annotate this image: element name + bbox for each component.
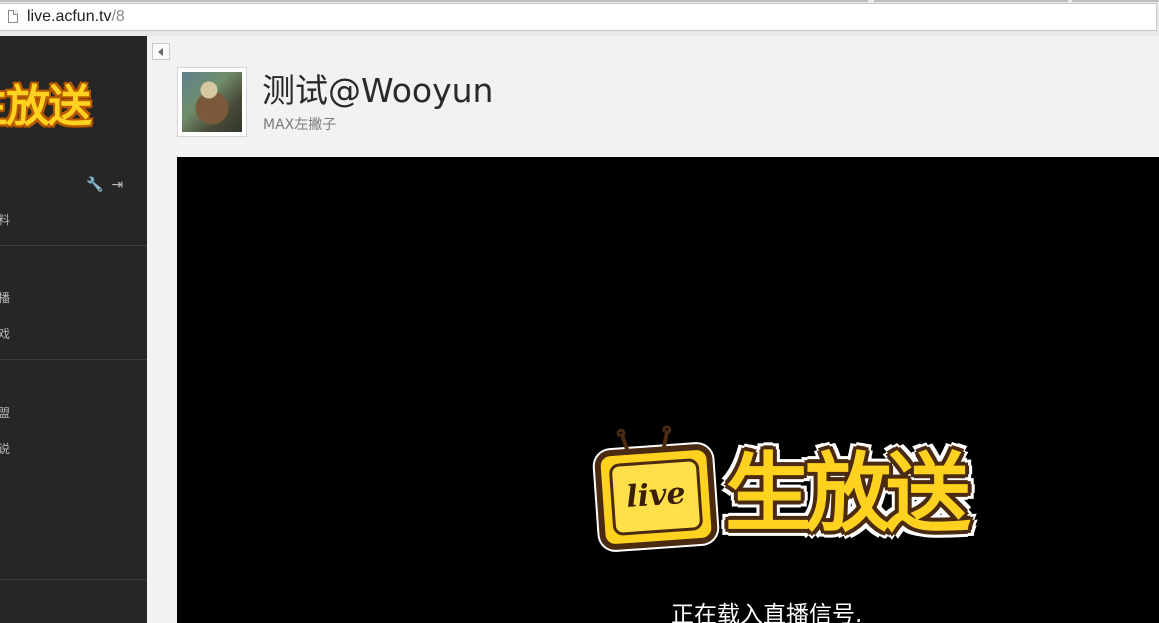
url-host: live.acfun.tv <box>27 8 112 25</box>
browser-toolbar: live.acfun.tv/8 <box>0 0 1159 36</box>
sidebar: 生放送 🔧⇥ 料 播 戏 盟 说 <box>0 36 147 623</box>
sidebar-divider <box>0 359 147 360</box>
avatar[interactable] <box>177 67 247 137</box>
page-icon <box>8 10 18 23</box>
sidebar-divider <box>0 579 147 580</box>
live-badge: live <box>625 475 687 516</box>
loading-status: 正在载入直播信号. <box>671 602 863 623</box>
url-path: /8 <box>111 8 125 25</box>
live-tv-logo: live <box>593 430 719 551</box>
avatar-image <box>182 72 242 132</box>
streamer-name[interactable]: MAX左撇子 <box>263 114 336 134</box>
address-bar[interactable]: live.acfun.tv/8 <box>0 3 1157 31</box>
page-title: 测试@Wooyun <box>262 71 494 110</box>
sidebar-item-commentary[interactable]: 说 <box>0 440 10 457</box>
sidebar-item-broadcast[interactable]: 播 <box>0 289 10 306</box>
tab-strip-edge <box>874 0 1068 2</box>
site-logo[interactable]: 生放送 <box>0 70 92 134</box>
tab-strip-edge <box>0 0 868 2</box>
logout-icon[interactable]: ⇥ <box>111 177 123 193</box>
tv-screen: live <box>608 457 704 537</box>
collapse-sidebar-button[interactable] <box>152 43 170 60</box>
wrench-icon[interactable]: 🔧 <box>86 177 103 193</box>
antenna-icon <box>661 430 670 453</box>
url-text[interactable]: live.acfun.tv/8 <box>27 8 125 26</box>
sidebar-item-league[interactable]: 盟 <box>0 404 10 421</box>
user-tools: 🔧 ⇥ <box>86 177 131 193</box>
video-player[interactable]: live 生放送 正在载入直播信号. <box>177 157 1159 623</box>
sidebar-divider <box>0 245 147 246</box>
tab-strip-edge <box>1072 0 1159 2</box>
antenna-icon <box>619 432 631 456</box>
sidebar-item-game[interactable]: 戏 <box>0 325 10 342</box>
sidebar-item-profile[interactable]: 料 <box>0 211 10 228</box>
player-logo-text: 生放送 <box>725 444 971 544</box>
